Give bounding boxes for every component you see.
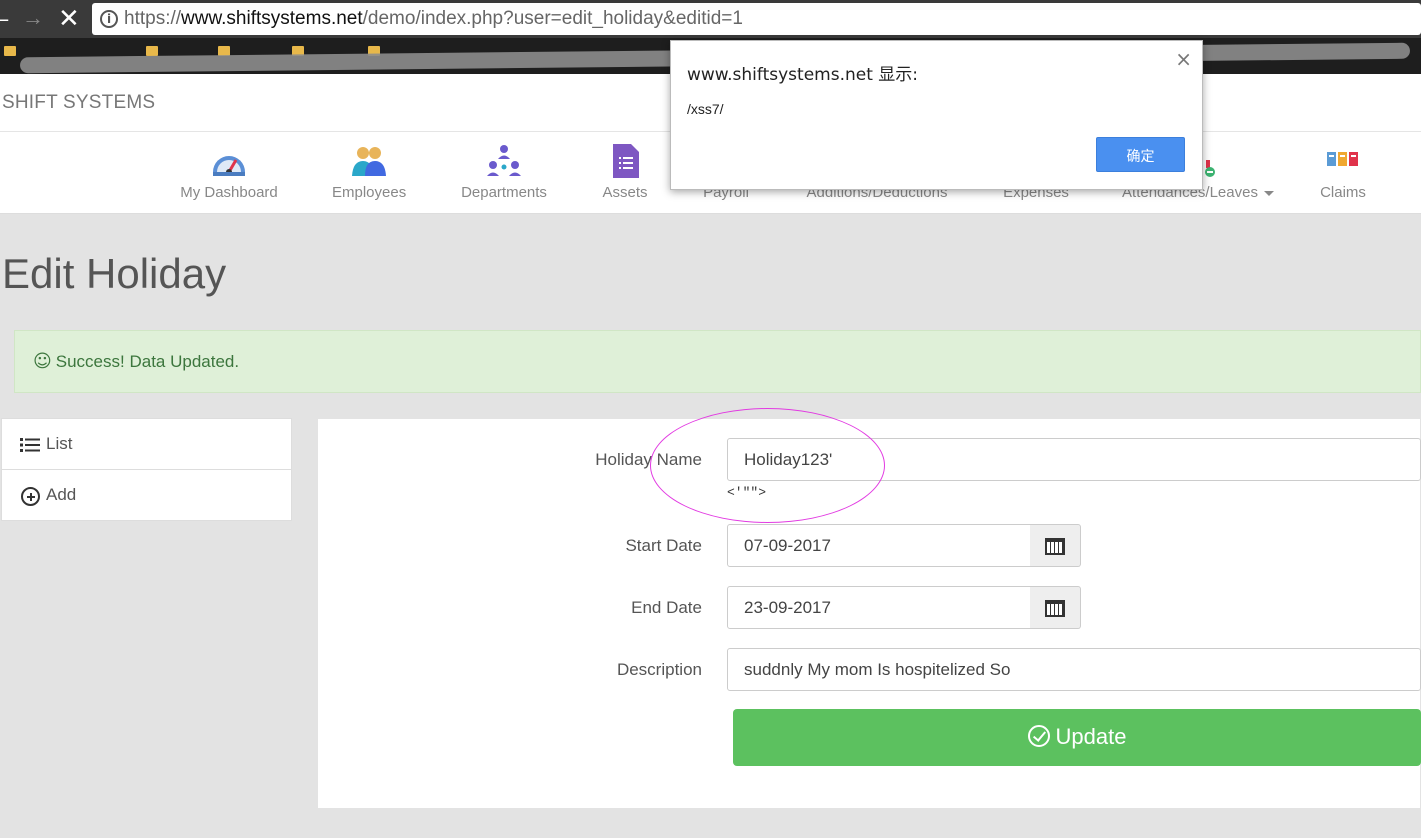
departments-icon [487, 145, 521, 176]
menu-item-employees[interactable]: Employees [332, 144, 406, 201]
url-host: www.shiftsystems.net [181, 8, 363, 29]
dialog-ok-button[interactable]: 确定 [1096, 137, 1185, 172]
check-circle-icon [1027, 725, 1050, 747]
alert-text: Success! Data Updated. [55, 352, 240, 371]
employees-icon [352, 147, 386, 176]
smile-icon: ☺ [33, 351, 52, 372]
start-date-input[interactable]: 07-09-2017 [727, 524, 1031, 567]
description-input[interactable]: suddnly My mom Is hospitelized So [727, 648, 1421, 691]
menu-label: Claims [1320, 184, 1366, 201]
claims-icon [1327, 152, 1358, 166]
menu-label: My Dashboard [180, 184, 278, 201]
sidebar-item-label: Add [46, 485, 77, 504]
back-arrow-icon[interactable]: – [0, 6, 8, 32]
sidebar-panel: List Add [1, 418, 292, 521]
url-path: /demo/index.php?user=edit_holiday&editid… [362, 8, 743, 29]
menu-label: Departments [461, 184, 547, 201]
dashboard-gauge-icon [213, 156, 245, 176]
bookmark-folder-icon[interactable] [146, 46, 158, 56]
alert-dialog: www.shiftsystems.net 显示: × /xss7/ 确定 [670, 40, 1203, 190]
menu-item-dashboard[interactable]: My Dashboard [180, 144, 278, 201]
menu-label: Assets [602, 184, 648, 201]
start-date-label: Start Date [625, 536, 702, 555]
browser-toolbar: – → ✕ i https://www.shiftsystems.net/dem… [0, 0, 1421, 38]
url-scheme: https:// [124, 8, 182, 29]
brand-logo[interactable]: SHIFT SYSTEMS [2, 92, 155, 114]
menu-item-claims[interactable]: Claims [1317, 144, 1369, 201]
sidebar-item-add[interactable]: Add [2, 470, 291, 521]
end-date-label: End Date [631, 598, 702, 617]
add-circle-icon [21, 487, 40, 506]
address-bar[interactable]: i https://www.shiftsystems.net/demo/inde… [92, 3, 1421, 35]
info-icon[interactable]: i [100, 10, 118, 28]
apps-icon[interactable] [4, 46, 16, 56]
dialog-message: /xss7/ [687, 101, 724, 117]
sidebar-item-list[interactable]: List [2, 419, 291, 470]
description-label: Description [616, 660, 702, 679]
annotation-ellipse [650, 408, 885, 523]
start-date-calendar-button[interactable] [1030, 524, 1081, 567]
update-button[interactable]: Update [733, 709, 1421, 766]
menu-item-assets[interactable]: Assets [601, 144, 649, 201]
assets-document-icon [613, 144, 639, 178]
list-icon [20, 438, 40, 452]
menu-item-departments[interactable]: Departments [459, 144, 549, 201]
dialog-title: www.shiftsystems.net 显示: [687, 65, 919, 85]
success-alert: ☺ Success! Data Updated. [14, 330, 1421, 393]
page-title: Edit Holiday [2, 250, 227, 297]
end-date-calendar-button[interactable] [1030, 586, 1081, 629]
forward-arrow-icon[interactable]: → [22, 5, 44, 31]
calendar-icon [1045, 538, 1065, 555]
sidebar-item-label: List [46, 434, 73, 453]
menu-label: Employees [332, 184, 407, 201]
url-text[interactable]: https://www.shiftsystems.net/demo/index.… [124, 8, 743, 30]
close-icon[interactable]: × [1175, 47, 1192, 71]
end-date-input[interactable]: 23-09-2017 [727, 586, 1031, 629]
caret-down-icon [1263, 190, 1274, 196]
update-label: Update [1055, 724, 1127, 749]
stop-loading-icon[interactable]: ✕ [58, 4, 80, 34]
calendar-icon [1045, 600, 1065, 617]
